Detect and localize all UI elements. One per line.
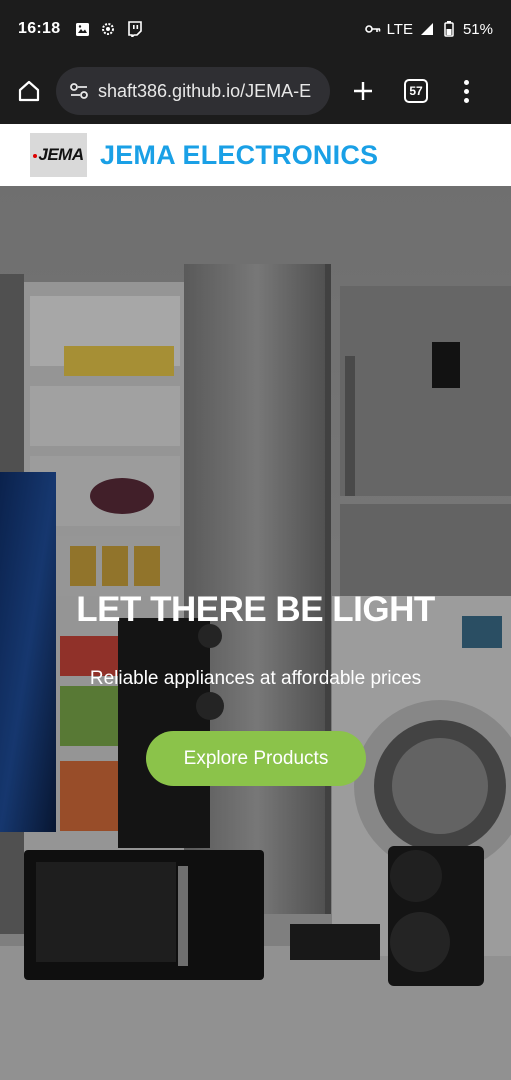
- hero-section: LET THERE BE LIGHT Reliable appliances a…: [0, 186, 511, 1080]
- status-time: 16:18: [18, 20, 61, 37]
- site-settings-icon[interactable]: [68, 80, 90, 102]
- plus-icon: [354, 82, 372, 100]
- hero-title: LET THERE BE LIGHT: [76, 590, 435, 629]
- hero-subtitle: Reliable appliances at affordable prices: [89, 668, 422, 689]
- home-icon: [18, 80, 40, 102]
- hero-overlay: [0, 186, 511, 1080]
- system-indicators: LTE 51%: [364, 20, 493, 38]
- gallery-icon: [74, 21, 90, 37]
- status-bar: 16:18 LTE 51%: [0, 0, 511, 58]
- url-text: shaft386.github.io/JEMA-E: [98, 80, 312, 101]
- browser-toolbar: shaft386.github.io/JEMA-E 57: [0, 58, 511, 124]
- new-tab-button[interactable]: [348, 76, 378, 106]
- more-vert-icon: [463, 79, 469, 85]
- more-menu-button[interactable]: [456, 76, 476, 106]
- address-bar[interactable]: shaft386.github.io/JEMA-E: [56, 67, 330, 115]
- signal-icon: [419, 21, 435, 37]
- notification-icons: [74, 21, 142, 37]
- site-header: JEMA JEMA ELECTRONICS: [0, 124, 511, 186]
- network-type: LTE: [386, 20, 413, 38]
- tab-switcher-button[interactable]: 57: [404, 79, 428, 103]
- site-logo[interactable]: JEMA: [30, 133, 87, 177]
- home-button[interactable]: [14, 76, 44, 106]
- vpn-key-icon: [364, 21, 381, 37]
- brand-name[interactable]: JEMA ELECTRONICS: [100, 140, 378, 171]
- battery-icon: [441, 21, 457, 37]
- twitch-icon: [126, 21, 142, 37]
- settings-gear-icon: [100, 21, 116, 37]
- explore-products-button[interactable]: Explore Products: [146, 731, 366, 786]
- battery-percent: 51%: [462, 20, 493, 38]
- logo-text: JEMA: [33, 145, 84, 165]
